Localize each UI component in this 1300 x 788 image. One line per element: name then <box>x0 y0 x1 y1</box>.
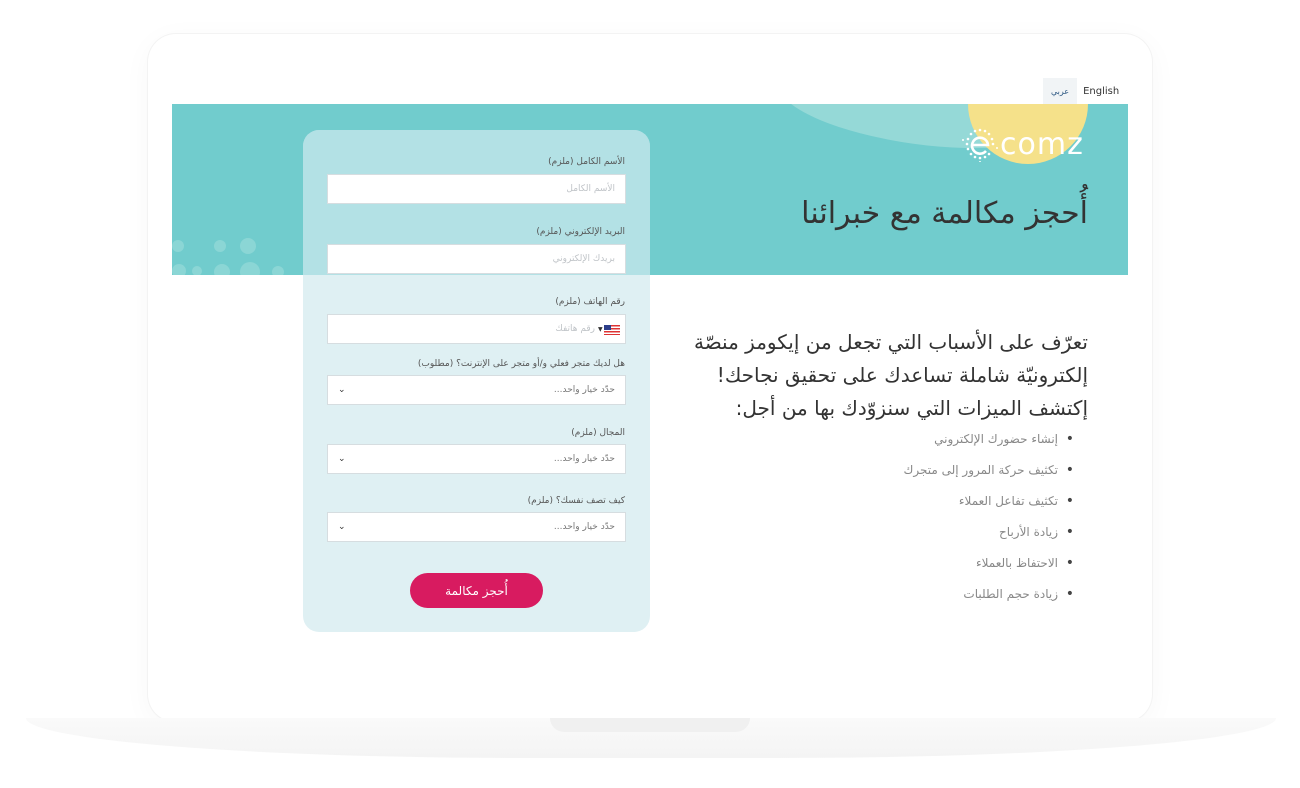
features-list: إنشاء حضورك الإلكتروني تكثيف حركة المرور… <box>903 427 1074 613</box>
chevron-down-icon: ⌄ <box>338 385 346 395</box>
decor-dot <box>272 266 284 275</box>
list-item: زيادة حجم الطلبات <box>903 582 1073 613</box>
ecomz-logo[interactable]: comz <box>962 126 1084 163</box>
intro-line-3: إكتشف الميزات التي سنزوّدك بها من أجل: <box>735 396 1088 420</box>
language-switch: عربي English <box>1043 78 1125 104</box>
lang-arabic-link[interactable]: عربي <box>1043 78 1078 104</box>
full-name-placeholder: الأسم الكامل <box>566 184 615 194</box>
store-select[interactable]: حدّد خيار واحد... ⌄ <box>327 375 626 405</box>
decor-dot <box>240 238 256 254</box>
intro-line-2: إلكترونيّة شاملة تساعدك على تحقيق نجاحك! <box>716 363 1088 387</box>
decor-dot <box>214 240 226 252</box>
list-item: الاحتفاظ بالعملاء <box>903 551 1074 582</box>
self-desc-label: كيف تصف نفسك؟ (ملزم) <box>527 496 625 506</box>
email-label: البريد الإلكتروني (ملزم) <box>536 227 625 237</box>
full-name-label: الأسم الكامل (ملزم) <box>548 157 625 167</box>
decor-dot <box>172 240 184 252</box>
self-desc-select-value: حدّد خيار واحد... <box>553 522 615 532</box>
email-input[interactable]: بريدك الإلكتروني <box>327 244 626 274</box>
chevron-down-icon: ⌄ <box>338 454 346 464</box>
decor-dot <box>192 266 202 275</box>
phone-input[interactable]: رقم هاتفك ▼ <box>327 314 626 344</box>
decor-dot <box>214 264 230 275</box>
logo-text: comz <box>1000 126 1084 162</box>
industry-label: المجال (ملزم) <box>571 428 625 438</box>
decor-dot <box>240 262 260 275</box>
phone-label: رقم الهاتف (ملزم) <box>555 297 625 307</box>
list-item: تكثيف تفاعل العملاء <box>903 489 1074 520</box>
us-flag-icon[interactable] <box>604 325 620 335</box>
book-call-button[interactable]: أُحجز مكالمة <box>410 573 543 608</box>
store-label: هل لديك متجر فعلي و/أو متجر على الإنترنت… <box>417 359 625 369</box>
store-select-value: حدّد خيار واحد... <box>553 385 615 395</box>
chevron-down-icon: ⌄ <box>338 522 346 532</box>
intro-line-1: تعرّف على الأسباب التي تجعل من إيكومز من… <box>693 330 1088 354</box>
laptop-notch <box>550 718 750 732</box>
logo-e-icon <box>962 126 998 163</box>
list-item: إنشاء حضورك الإلكتروني <box>903 427 1073 458</box>
intro-text: تعرّف على الأسباب التي تجعل من إيكومز من… <box>658 326 1088 425</box>
decor-dot <box>172 264 186 275</box>
industry-select[interactable]: حدّد خيار واحد... ⌄ <box>327 444 626 474</box>
lang-english-link[interactable]: English <box>1077 86 1125 97</box>
phone-placeholder: رقم هاتفك <box>555 324 595 334</box>
full-name-input[interactable]: الأسم الكامل <box>327 174 626 204</box>
email-placeholder: بريدك الإلكتروني <box>552 254 615 264</box>
self-desc-select[interactable]: حدّد خيار واحد... ⌄ <box>327 512 626 542</box>
industry-select-value: حدّد خيار واحد... <box>553 454 615 464</box>
list-item: تكثيف حركة المرور إلى متجرك <box>903 458 1073 489</box>
country-caret-icon[interactable]: ▼ <box>598 326 603 333</box>
page-title: أُحجز مكالمة مع خبرائنا <box>801 196 1088 231</box>
list-item: زيادة الأرباح <box>903 520 1073 551</box>
